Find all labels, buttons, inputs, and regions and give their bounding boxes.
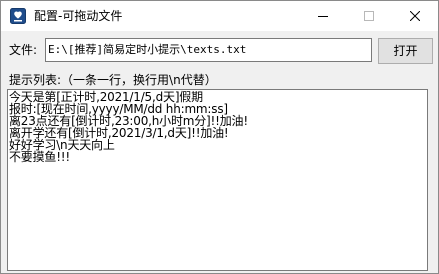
app-icon <box>10 8 26 24</box>
file-path-input[interactable]: E:\[推荐]简易定时小提示\texts.txt <box>45 38 372 62</box>
text-line: 不要摸鱼!!! <box>9 150 71 164</box>
maximize-icon <box>364 11 374 21</box>
vertical-scrollbar[interactable] <box>428 89 436 271</box>
close-icon <box>410 11 420 21</box>
close-button[interactable] <box>392 1 438 31</box>
minimize-button[interactable] <box>300 1 346 31</box>
maximize-button[interactable] <box>346 1 392 31</box>
config-window: 配置-可拖动文件 文件: E:\[推荐]简易定时小提示\texts.txt 打开… <box>0 0 439 274</box>
open-button[interactable]: 打开 <box>378 38 433 64</box>
list-label: 提示列表:（一条一行，换行用\n代替） <box>9 73 217 87</box>
file-label: 文件: <box>9 43 38 57</box>
minimize-icon <box>318 16 328 17</box>
window-title: 配置-可拖动文件 <box>34 9 123 23</box>
reminder-text-area[interactable]: 今天是第[正计时,2021/1/5,d天]假期 报时:[现在时间,yyyy/MM… <box>7 89 428 271</box>
title-bar[interactable]: 配置-可拖动文件 <box>1 1 438 31</box>
